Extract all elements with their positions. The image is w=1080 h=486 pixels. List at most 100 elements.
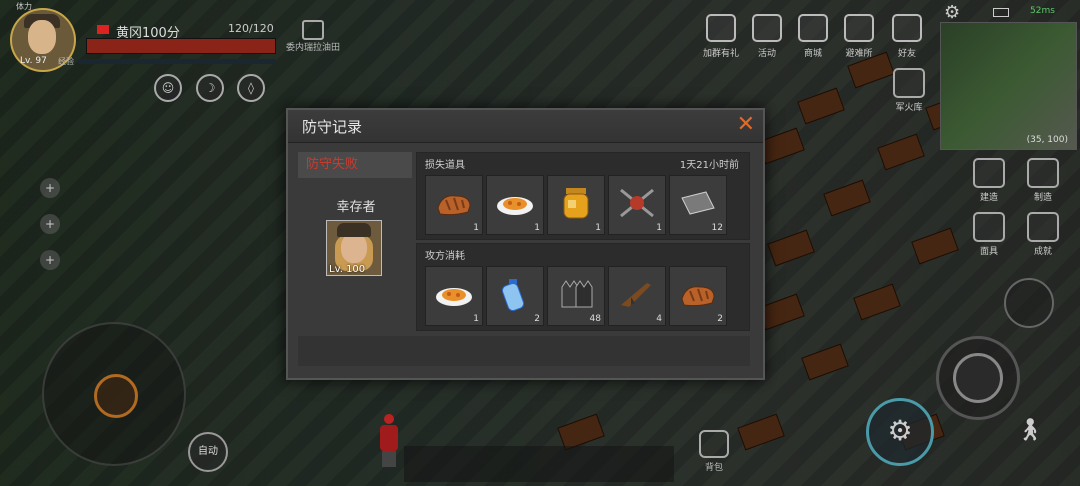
top-menu-events[interactable]: 活动 <box>746 14 788 59</box>
survivor-label: 幸存者 <box>336 200 376 215</box>
item-count: 48 <box>589 314 601 324</box>
stomach-icon[interactable]: ☺ <box>154 74 182 102</box>
ammo-crate-icon <box>893 68 925 98</box>
minimap[interactable]: (35, 100) <box>940 22 1077 150</box>
joystick-knob[interactable] <box>94 374 138 418</box>
gloves-icon <box>561 280 593 308</box>
attacker-consumption-section: 攻方消耗 1 2 48 4 2 <box>416 243 750 331</box>
defense-record-dialog: 防守记录 ✕ 防守失败 幸存者 Lv. 100 损失道具 1天21小时前 1 1… <box>286 108 765 380</box>
item-slot[interactable]: 1 <box>608 175 666 235</box>
close-icon[interactable]: ✕ <box>737 112 755 137</box>
exp-label: 经验 <box>58 57 74 66</box>
shop-icon <box>798 14 828 42</box>
side-menu-craft[interactable]: 制造 <box>1024 158 1062 203</box>
lost-items-title: 损失道具 <box>425 160 465 171</box>
item-slot[interactable]: 1 <box>425 175 483 235</box>
network-latency: 52ms <box>1030 6 1055 16</box>
attack-button-inner <box>953 353 1003 403</box>
bread-icon <box>437 195 471 216</box>
side-menu-mask[interactable]: 面具 <box>970 212 1008 257</box>
item-slot[interactable]: 4 <box>608 266 666 326</box>
item-slot[interactable]: 2 <box>486 266 544 326</box>
item-count: 12 <box>711 223 723 233</box>
item-slot[interactable]: 1 <box>486 175 544 235</box>
side-menu-label: 制造 <box>1033 193 1052 203</box>
top-menu-label: 商城 <box>803 49 822 59</box>
side-menu-label: 面具 <box>979 247 998 257</box>
settings-gear-icon[interactable]: ⚙ <box>944 2 960 23</box>
record-time: 1天21小时前 <box>679 160 739 171</box>
top-menu-label: 活动 <box>757 49 776 59</box>
side-menu-label: 军火库 <box>895 103 923 113</box>
dialog-footer <box>298 336 750 366</box>
top-menu-shelter[interactable]: 避难所 <box>838 14 880 59</box>
attack-button[interactable] <box>936 336 1020 420</box>
battery-icon <box>993 8 1009 17</box>
item-count: 1 <box>473 223 479 233</box>
oilfield-label: 委内瑞拉油田 <box>285 43 340 53</box>
oilfield-button[interactable]: 委内瑞拉油田 <box>284 20 342 54</box>
top-menu-friends[interactable]: 好友 <box>886 14 928 59</box>
top-menu-label: 好友 <box>897 49 916 59</box>
side-menu-achievements[interactable]: 成就 <box>1024 212 1062 257</box>
water-drop-icon[interactable]: ◊ <box>237 74 265 102</box>
item-count: 2 <box>534 314 540 324</box>
hp-fill <box>87 39 275 53</box>
item-slot[interactable]: 1 <box>547 175 605 235</box>
top-menu-shop[interactable]: 商城 <box>792 14 834 59</box>
backpack-icon <box>699 430 729 458</box>
item-slot[interactable]: 48 <box>547 266 605 326</box>
movement-joystick[interactable] <box>42 322 186 466</box>
dialog-header: 防守记录 ✕ <box>288 110 763 143</box>
top-menu-label: 加群有礼 <box>702 49 739 59</box>
item-slot[interactable]: 12 <box>669 175 727 235</box>
hp-text: 120/120 <box>228 22 274 35</box>
side-menu-armory[interactable]: 军火库 <box>890 68 928 113</box>
quick-slot-bar[interactable] <box>404 446 674 482</box>
item-count: 2 <box>717 314 723 324</box>
gear-action-icon[interactable]: ⚙ <box>866 398 934 466</box>
side-menu-build[interactable]: 建造 <box>970 158 1008 203</box>
water-bottle-icon <box>501 279 525 311</box>
survivor-portrait[interactable]: Lv. 100 <box>326 220 382 276</box>
backpack-button[interactable]: 背包 <box>696 430 732 473</box>
add-teammate-icon[interactable]: + <box>40 178 60 198</box>
defense-result-tab[interactable]: 防守失败 <box>298 152 412 178</box>
item-slot[interactable]: 1 <box>425 266 483 326</box>
item-count: 1 <box>656 223 662 233</box>
top-menu-label: 避难所 <box>845 49 873 59</box>
auto-button[interactable]: 自动 <box>188 432 228 472</box>
mask-icon <box>973 212 1005 242</box>
spiked-weapon-icon <box>620 188 654 218</box>
trophy-icon <box>1027 212 1059 242</box>
item-slot[interactable]: 2 <box>669 266 727 326</box>
honey-jar-icon <box>563 188 589 219</box>
item-count: 1 <box>473 314 479 324</box>
exp-bar <box>78 59 276 64</box>
hp-bar <box>86 38 276 54</box>
flag-icon <box>97 25 109 34</box>
walk-icon[interactable]: 🚶︎ <box>1016 418 1044 443</box>
item-count: 4 <box>656 314 662 324</box>
player-level: Lv. 97 <box>20 56 47 66</box>
dialog-title: 防守记录 <box>302 118 363 136</box>
add-teammate-icon[interactable]: + <box>40 214 60 234</box>
top-menu-group-gift[interactable]: 加群有礼 <box>700 14 742 59</box>
attacker-consumption-title: 攻方消耗 <box>425 251 465 262</box>
item-count: 1 <box>534 223 540 233</box>
chat-gift-icon <box>706 14 736 42</box>
build-icon <box>973 158 1005 188</box>
side-menu-label: 成就 <box>1033 247 1052 257</box>
pasta-dish-icon <box>497 197 533 215</box>
avatar-face <box>28 20 56 54</box>
survivor-panel: 防守失败 幸存者 Lv. 100 <box>298 152 414 366</box>
add-teammate-icon[interactable]: + <box>40 250 60 270</box>
oil-derrick-icon <box>302 20 324 40</box>
assault-rifle-icon <box>621 283 651 307</box>
survivor-level: Lv. 100 <box>329 264 366 275</box>
side-menu-label: 建造 <box>979 193 998 203</box>
interact-button[interactable] <box>1004 278 1054 328</box>
player-character <box>378 414 400 472</box>
thirst-icon[interactable]: ☽ <box>196 74 224 102</box>
item-count: 1 <box>595 223 601 233</box>
